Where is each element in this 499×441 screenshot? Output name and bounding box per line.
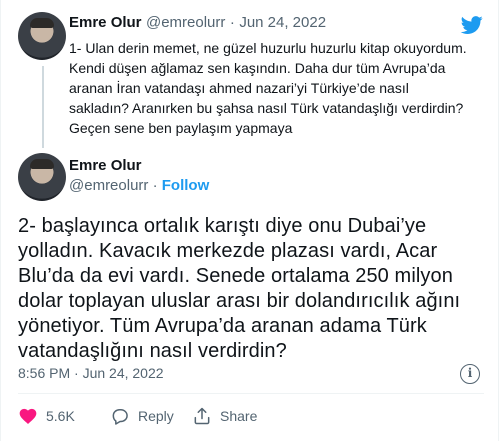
- reply-label: Reply: [138, 408, 174, 424]
- tweet-date[interactable]: Jun 24, 2022: [239, 14, 326, 31]
- thread-connector-line: [42, 66, 44, 148]
- avatar[interactable]: [18, 153, 66, 201]
- reply-icon: [112, 409, 128, 425]
- share-label: Share: [220, 408, 258, 424]
- heart-icon: [19, 408, 37, 424]
- author-handle[interactable]: @emreolurr: [146, 14, 225, 31]
- author-handle[interactable]: @emreolurr: [69, 177, 148, 194]
- info-icon[interactable]: i: [460, 364, 480, 384]
- tweet-thread-card: Emre Olur @emreolurr · Jun 24, 2022 1- U…: [0, 0, 499, 441]
- separator-dot: ·: [152, 177, 158, 194]
- tweet2-text: 2- başlayınca ortalık karıştı diye onu D…: [18, 215, 461, 362]
- author-name[interactable]: Emre Olur: [69, 157, 142, 174]
- share-button[interactable]: Share: [192, 404, 257, 428]
- like-count: 5.6K: [46, 408, 75, 424]
- tweet2-handle-row: @emreolurr · Follow: [69, 177, 209, 194]
- tweet-timestamp[interactable]: 8:56 PM · Jun 24, 2022: [18, 365, 164, 381]
- share-icon: [194, 407, 210, 425]
- like-button[interactable]: 5.6K: [18, 404, 75, 428]
- author-name[interactable]: Emre Olur: [69, 14, 142, 31]
- separator-dot: ·: [229, 14, 235, 31]
- twitter-bird-icon[interactable]: [459, 14, 485, 36]
- reply-button[interactable]: Reply: [110, 404, 174, 428]
- avatar[interactable]: [18, 12, 66, 60]
- tweet1-header: Emre Olur @emreolurr · Jun 24, 2022: [69, 14, 326, 32]
- follow-button[interactable]: Follow: [162, 177, 210, 194]
- tweet1-text: 1- Ulan derin memet, ne güzel huzurlu hu…: [69, 40, 467, 136]
- action-bar: 5.6K Reply Share: [18, 404, 484, 428]
- divider: [18, 393, 484, 394]
